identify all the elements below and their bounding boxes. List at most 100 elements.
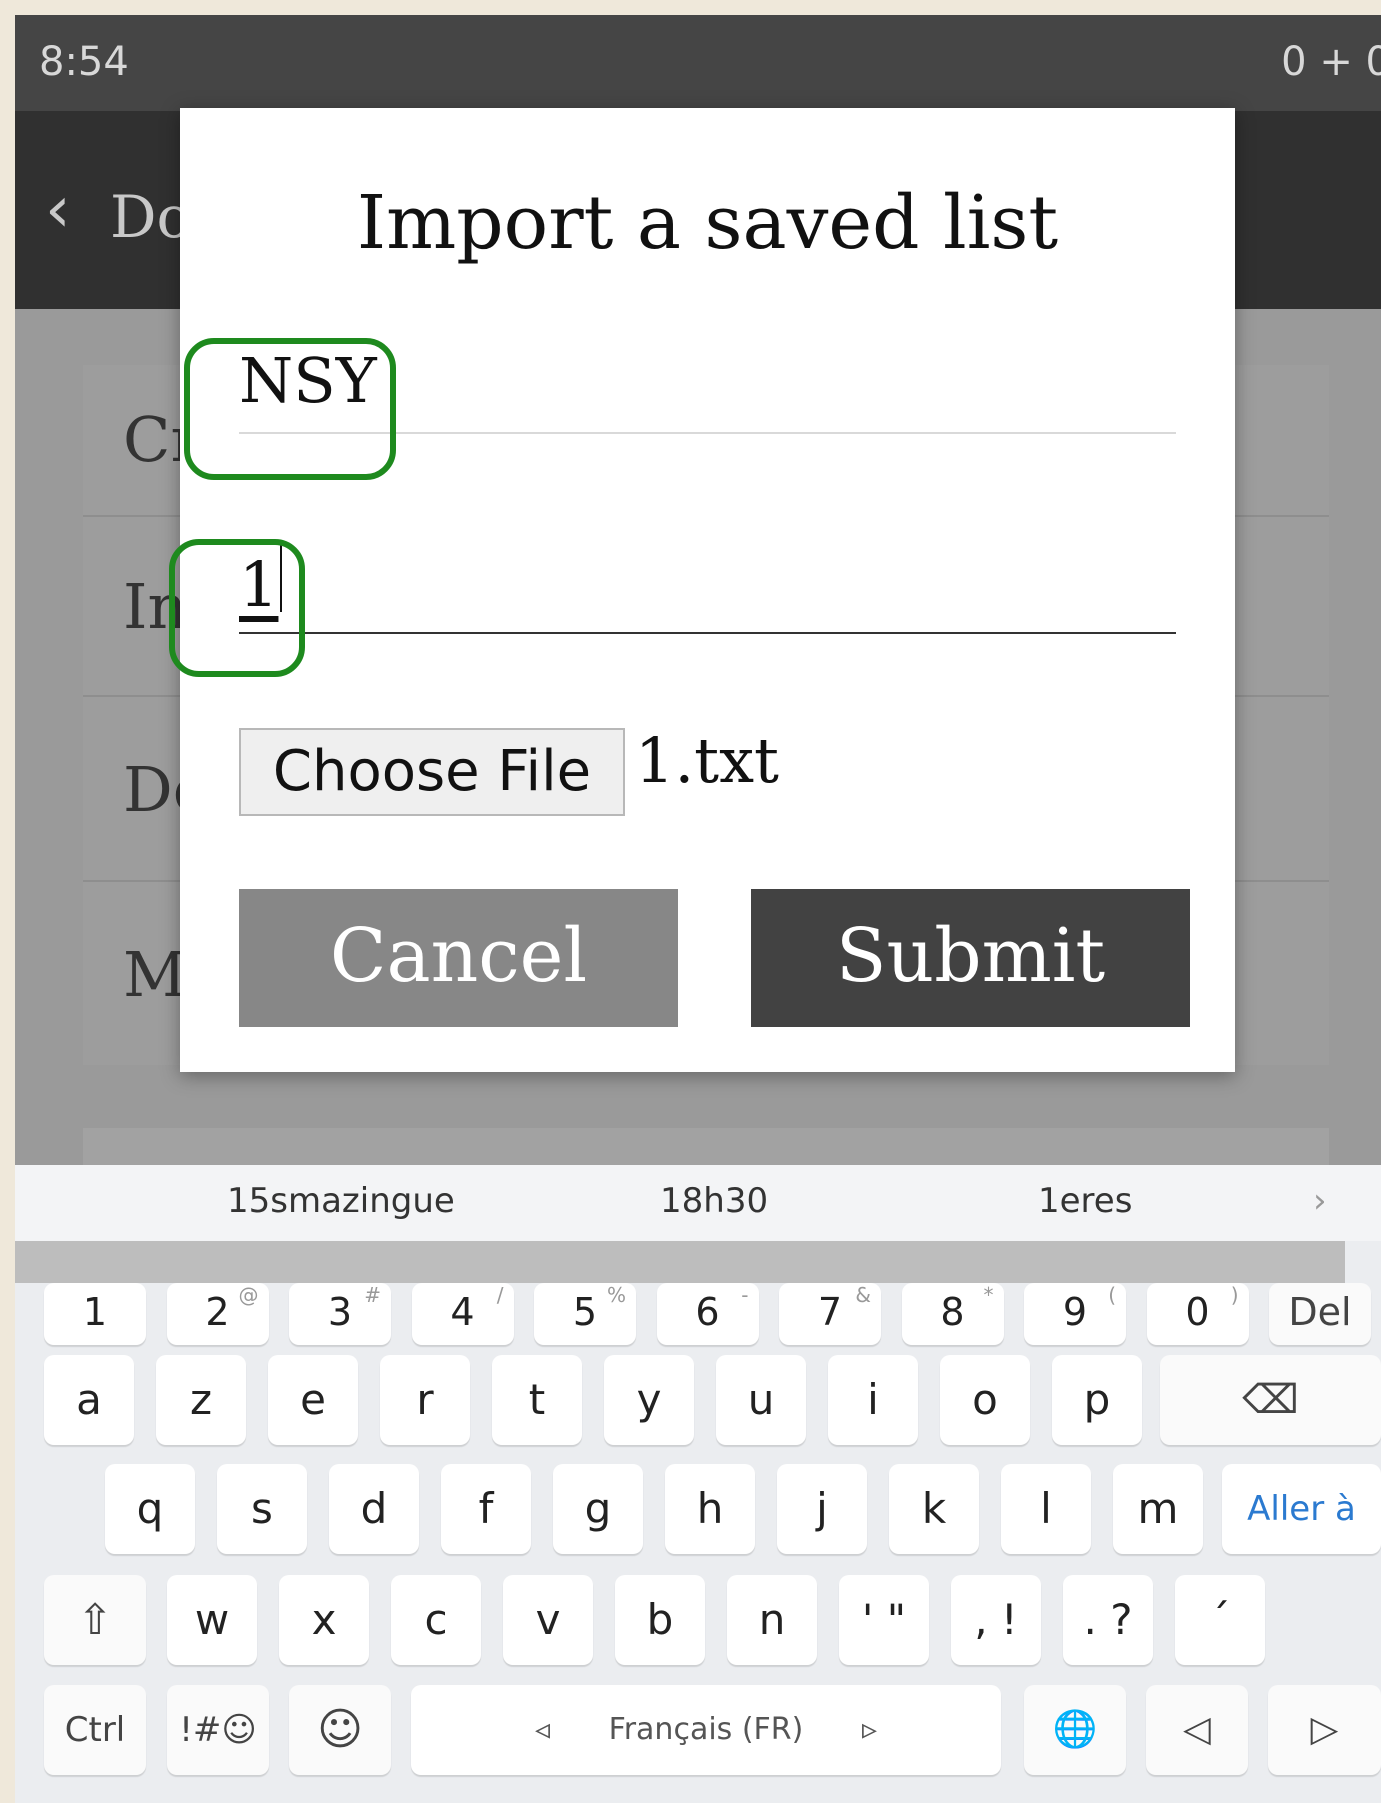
cancel-button[interactable]: Cancel (239, 889, 678, 1027)
letter-key-label: b (646, 1595, 674, 1644)
shift-key[interactable]: ⇧ (44, 1575, 146, 1665)
letter-key[interactable]: m (1113, 1464, 1203, 1554)
number-key[interactable]: 6- (656, 1283, 759, 1345)
letter-key-label: o (972, 1375, 998, 1424)
choose-file-button[interactable]: Choose File (239, 728, 625, 816)
number-key[interactable]: 7 & (779, 1283, 881, 1345)
letter-key-label: s (251, 1484, 273, 1533)
suggestion-item[interactable]: 18h30 (660, 1181, 768, 1221)
letter-key[interactable]: s (217, 1464, 307, 1554)
backspace-key[interactable]: ⌫ (1160, 1355, 1381, 1445)
letter-key[interactable]: z (156, 1355, 246, 1445)
letter-key[interactable]: a (44, 1355, 134, 1445)
letter-key[interactable]: ´ (1175, 1575, 1265, 1665)
submit-button[interactable]: Submit (751, 889, 1190, 1027)
letter-key[interactable]: y (604, 1355, 694, 1445)
number-key[interactable]: 4/ (411, 1283, 514, 1345)
letter-key[interactable]: q (105, 1464, 195, 1554)
letter-key[interactable]: ' " (839, 1575, 929, 1665)
go-key[interactable]: Aller à (1222, 1464, 1381, 1554)
letter-key-label: f (478, 1484, 494, 1533)
space-key[interactable]: ◃ Français (FR) ▹ (411, 1685, 1001, 1775)
letter-key[interactable]: . ? (1063, 1575, 1153, 1665)
letter-key[interactable]: f (441, 1464, 531, 1554)
number-key[interactable]: 8 * (901, 1283, 1004, 1345)
status-bar: 8:54 0 + 0 (15, 15, 1381, 111)
letter-key-label: t (528, 1375, 546, 1424)
number-key-secondary: * (983, 1283, 994, 1307)
number-key-label: 8 (940, 1290, 965, 1334)
letter-key[interactable]: b (615, 1575, 705, 1665)
letter-key[interactable]: n (727, 1575, 817, 1665)
letter-key[interactable]: d (329, 1464, 419, 1554)
space-language-label: Français (FR) (608, 1712, 804, 1747)
number-key[interactable]: 0) (1146, 1283, 1249, 1345)
letter-key[interactable]: t (492, 1355, 582, 1445)
letter-key-label: c (424, 1595, 448, 1644)
dialog-title: Import a saved list (356, 180, 1059, 266)
symbols-key[interactable]: !#☺ (167, 1685, 269, 1775)
del-key[interactable]: Del (1269, 1283, 1371, 1345)
space-right-icon: ▹ (861, 1712, 877, 1747)
left-arrow-icon[interactable]: ◁ (1146, 1685, 1248, 1775)
number-key[interactable]: 3 # (289, 1283, 391, 1345)
letter-key[interactable]: v (503, 1575, 593, 1665)
back-chevron-icon[interactable]: ‹ (45, 173, 71, 247)
letter-key-label: q (136, 1484, 164, 1533)
number-key[interactable]: 9( (1024, 1283, 1126, 1345)
letter-key[interactable]: c (391, 1575, 481, 1665)
suggestion-divider (15, 1241, 1345, 1283)
suggestion-item[interactable]: 15smazingue (227, 1181, 455, 1221)
number-key-label: 7 (817, 1290, 843, 1334)
letter-key[interactable]: k (889, 1464, 979, 1554)
suggestion-item[interactable]: 1eres (1038, 1181, 1132, 1221)
letter-key-label: i (867, 1375, 879, 1424)
ctrl-key[interactable]: Ctrl (44, 1685, 146, 1775)
suggestion-more-icon[interactable]: › (1313, 1181, 1327, 1221)
letter-key[interactable]: e (268, 1355, 358, 1445)
letter-key[interactable]: l (1001, 1464, 1091, 1554)
letter-key[interactable]: j (777, 1464, 867, 1554)
letter-key[interactable]: w (167, 1575, 257, 1665)
globe-icon[interactable]: 🌐 (1024, 1685, 1126, 1775)
emoji-icon[interactable]: ☺ (289, 1685, 391, 1775)
status-time: 8:54 (39, 39, 129, 85)
status-indicator: 0 + 0 (1281, 39, 1381, 85)
letter-key-label: y (636, 1375, 662, 1424)
letter-key[interactable]: h (665, 1464, 755, 1554)
number-key[interactable]: 1 (44, 1283, 146, 1345)
letter-key[interactable]: o (940, 1355, 1030, 1445)
number-key-label: 5 (572, 1290, 598, 1334)
number-key-secondary: % (606, 1283, 626, 1307)
device-screen: 8:54 0 + 0 ‹ Do Cr In De Ma Import a sav… (15, 15, 1381, 1803)
letter-key[interactable]: p (1052, 1355, 1142, 1445)
right-arrow-icon[interactable]: ▷ (1268, 1685, 1381, 1775)
number-key-label: 3 (327, 1290, 353, 1334)
number-key-secondary: & (855, 1283, 871, 1307)
letter-key[interactable]: g (553, 1464, 643, 1554)
list-number-input[interactable]: 1 (239, 528, 1176, 634)
letter-key[interactable]: i (828, 1355, 918, 1445)
letter-key-label: ' " (861, 1595, 907, 1644)
letter-key-label: u (747, 1375, 775, 1424)
number-key-label: 0 (1185, 1290, 1210, 1334)
import-dialog: Import a saved list NSY 1 Choose File 1.… (169, 108, 1235, 1072)
letter-key-label: x (311, 1595, 337, 1644)
letter-key-label: , ! (974, 1595, 1018, 1644)
letter-key-label: z (189, 1375, 213, 1424)
number-key[interactable]: 5% (534, 1283, 636, 1345)
number-key-secondary: - (741, 1283, 749, 1307)
space-left-icon: ◃ (535, 1712, 551, 1747)
letter-key[interactable]: u (716, 1355, 806, 1445)
letter-key-label: w (194, 1595, 230, 1644)
number-key-secondary: ( (1108, 1283, 1116, 1307)
highlight-box (169, 539, 305, 677)
letter-key[interactable]: , ! (951, 1575, 1041, 1665)
letter-key[interactable]: x (279, 1575, 369, 1665)
number-key-secondary: ) (1230, 1283, 1239, 1307)
number-key-secondary: / (496, 1283, 504, 1307)
number-key[interactable]: 2 @ (166, 1283, 269, 1345)
letter-key-label: k (921, 1484, 947, 1533)
letter-key[interactable]: r (380, 1355, 470, 1445)
del-key-label: Del (1288, 1290, 1352, 1334)
